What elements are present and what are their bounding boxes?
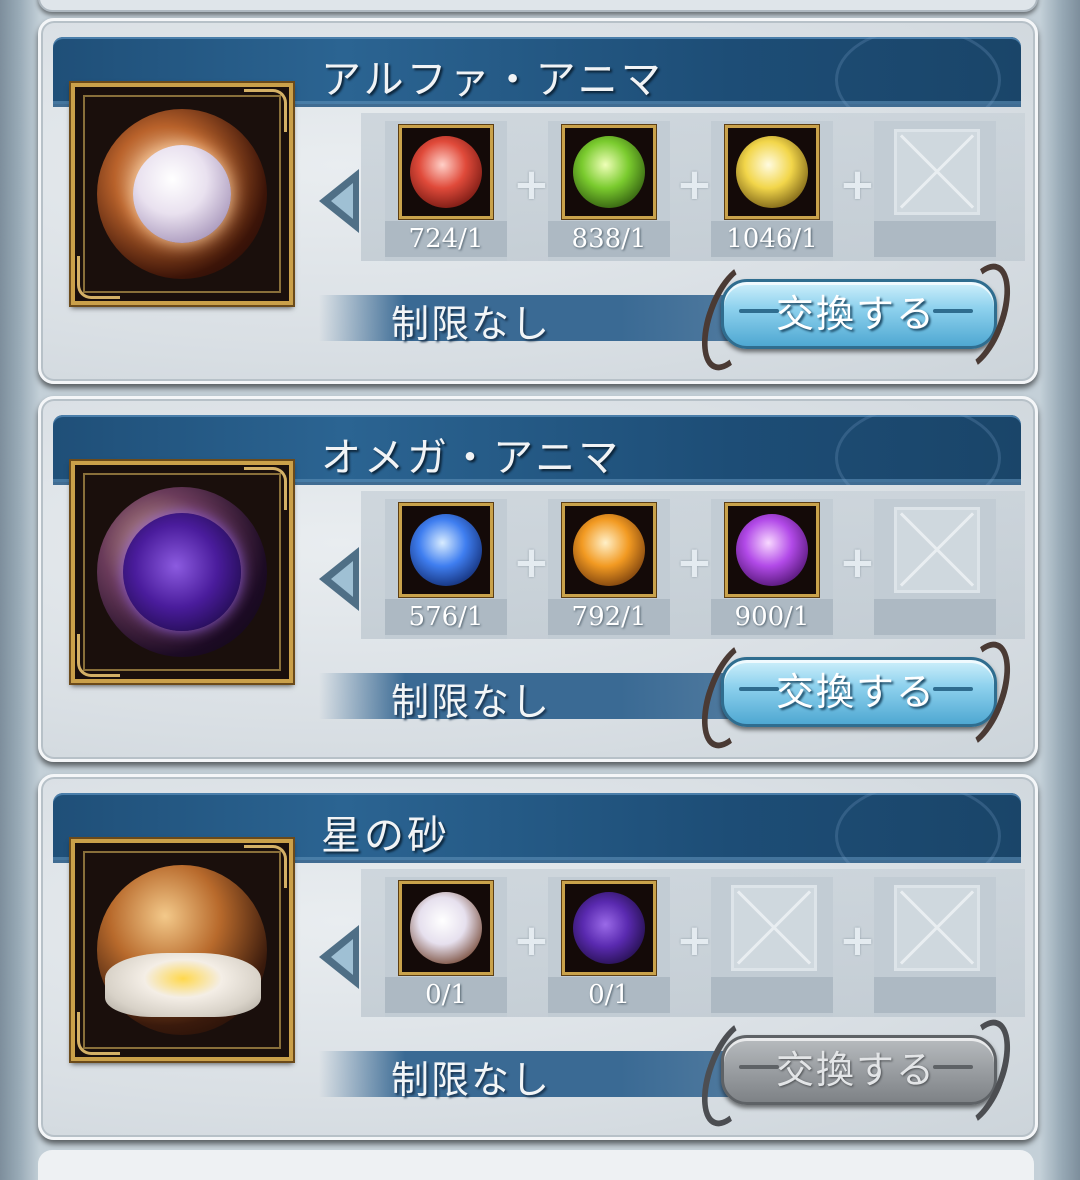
exchange-button-disabled[interactable]: 交換する	[689, 1011, 1023, 1135]
purple-anima-icon	[725, 503, 819, 597]
material-count: 838/1	[548, 221, 670, 257]
material-count: 0/1	[385, 977, 507, 1013]
orange-anima-icon	[562, 503, 656, 597]
plus-icon: +	[676, 537, 713, 588]
plus-icon: +	[676, 915, 713, 966]
alpha-anima-icon	[399, 881, 493, 975]
empty-slot-icon	[894, 507, 980, 593]
arrow-left-icon	[319, 547, 359, 611]
empty-slot-icon	[894, 885, 980, 971]
arrow-left-icon	[319, 925, 359, 989]
star-sand-icon	[71, 839, 293, 1061]
exchange-button[interactable]: 交換する	[689, 633, 1023, 757]
item-title: アルファ・アニマ	[321, 57, 664, 103]
empty-material-slot	[874, 121, 996, 261]
red-anima-icon	[399, 125, 493, 219]
material-count: 792/1	[548, 599, 670, 635]
exchange-button-label: 交換する	[775, 670, 936, 714]
empty-material-slot	[874, 877, 996, 1017]
material-slot[interactable]: 0/1	[548, 877, 670, 1017]
blue-anima-icon	[399, 503, 493, 597]
material-slot[interactable]: 576/1	[385, 499, 507, 639]
exchange-button-label: 交換する	[775, 292, 936, 336]
empty-material-slot	[711, 877, 833, 1017]
material-count: 900/1	[711, 599, 833, 635]
limit-label: 制限なし	[391, 680, 552, 724]
plus-icon: +	[839, 915, 876, 966]
material-slot[interactable]: 0/1	[385, 877, 507, 1017]
material-slot[interactable]: 900/1	[711, 499, 833, 639]
material-count: 1046/1	[711, 221, 833, 257]
plus-icon: +	[839, 537, 876, 588]
exchange-card-star-sand: 星の砂 0/1 + 0/1 + + 制限なし 交換する	[38, 774, 1038, 1140]
green-anima-icon	[562, 125, 656, 219]
empty-material-slot	[874, 499, 996, 639]
limit-label: 制限なし	[391, 1058, 552, 1102]
previous-card-edge	[38, 0, 1038, 12]
item-title: オメガ・アニマ	[321, 435, 622, 481]
exchange-button[interactable]: 交換する	[689, 255, 1023, 379]
plus-icon: +	[676, 159, 713, 210]
material-count: 576/1	[385, 599, 507, 635]
material-count: 724/1	[385, 221, 507, 257]
material-slot[interactable]: 1046/1	[711, 121, 833, 261]
empty-slot-icon	[731, 885, 817, 971]
limit-label: 制限なし	[391, 302, 552, 346]
material-slot[interactable]: 838/1	[548, 121, 670, 261]
plus-icon: +	[513, 537, 550, 588]
yellow-anima-icon	[725, 125, 819, 219]
exchange-card-alpha-anima: アルファ・アニマ 724/1 + 838/1 + 1046/1 + 制限なし 交…	[38, 18, 1038, 384]
plus-icon: +	[839, 159, 876, 210]
arrow-left-icon	[319, 169, 359, 233]
exchange-card-omega-anima: オメガ・アニマ 576/1 + 792/1 + 900/1 + 制限なし 交換す…	[38, 396, 1038, 762]
empty-slot-icon	[894, 129, 980, 215]
material-count: 0/1	[548, 977, 670, 1013]
plus-icon: +	[513, 915, 550, 966]
plus-icon: +	[513, 159, 550, 210]
omega-anima-icon	[562, 881, 656, 975]
alpha-anima-icon	[71, 83, 293, 305]
next-card-edge	[38, 1150, 1034, 1180]
item-title: 星の砂	[321, 813, 450, 859]
omega-anima-icon	[71, 461, 293, 683]
material-slot[interactable]: 724/1	[385, 121, 507, 261]
material-slot[interactable]: 792/1	[548, 499, 670, 639]
exchange-button-label: 交換する	[775, 1048, 936, 1092]
